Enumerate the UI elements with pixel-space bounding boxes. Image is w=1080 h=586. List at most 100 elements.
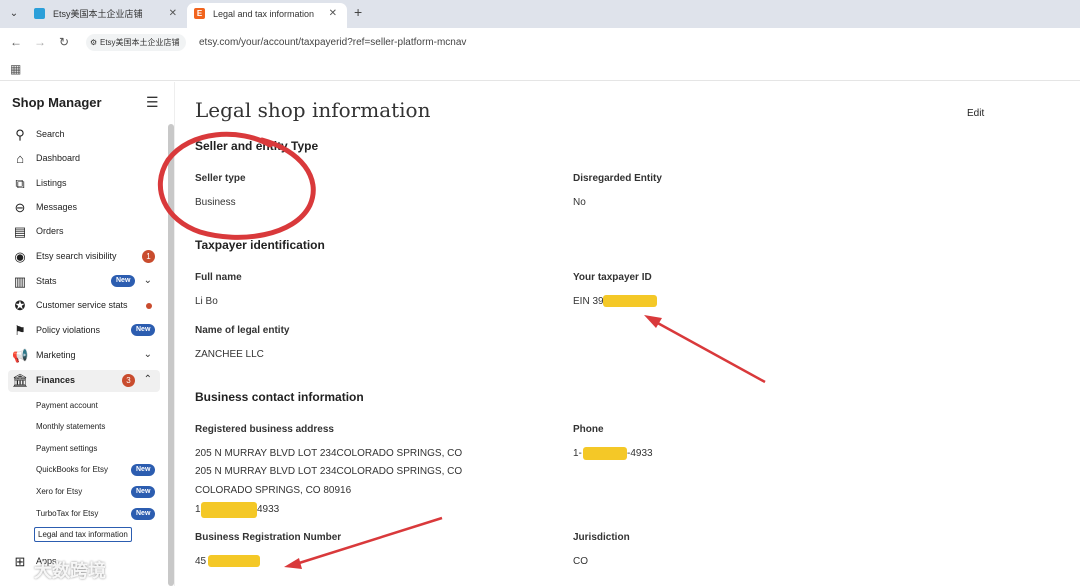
alert-dot (146, 303, 152, 309)
address-line: COLORADO SPRINGS, CO 80916 (195, 485, 352, 496)
sidebar-item-customer-service-stats[interactable]: ✪ Customer service stats (8, 295, 160, 317)
redaction-highlight (201, 502, 257, 518)
sidebar-item-orders[interactable]: ▤ Orders (8, 221, 160, 243)
bookmarks-bar: ▦ (0, 57, 1080, 81)
apps-grid-icon: ⊞ (14, 554, 26, 569)
registered-address-label: Registered business address (195, 424, 334, 435)
chevron-down-icon[interactable]: ⌄ (144, 349, 152, 360)
sidebar-item-label: Finances (36, 375, 76, 385)
taxpayer-id-label: Your taxpayer ID (573, 272, 652, 283)
chevron-up-icon[interactable]: ⌃ (144, 374, 152, 385)
taxpayer-id-value: EIN 39 (573, 296, 604, 307)
edit-button[interactable]: Edit (967, 108, 984, 119)
sidebar-item-policy-violations[interactable]: ⚑ Policy violations New (8, 320, 160, 342)
etsy-favicon-icon: E (194, 8, 205, 19)
home-icon: ⌂ (16, 151, 24, 166)
listings-icon: ⧉ (15, 176, 25, 191)
tab-search-chevron-icon[interactable]: ⌄ (6, 6, 22, 22)
sidebar-item-label: Listings (36, 178, 67, 188)
full-name-label: Full name (195, 272, 242, 283)
legal-entity-value: ZANCHEE LLC (195, 349, 264, 360)
sidebar-item-search[interactable]: ⚲ Search (8, 124, 160, 146)
new-badge: New (111, 275, 136, 287)
browser-tab-strip: ⌄ Etsy美国本土企业店铺 ✕ E Legal and tax informa… (0, 0, 1080, 28)
forward-arrow-icon[interactable]: → (34, 35, 46, 49)
sidebar-item-label: Search (36, 129, 65, 139)
business-contact-heading: Business contact information (195, 390, 364, 404)
sidebar-item-finances[interactable]: 🏛 Finances 3 ⌃ (8, 370, 160, 392)
finance-sub-turbotax[interactable]: TurboTax for Etsy (36, 509, 98, 518)
sidebar-item-label: Policy violations (36, 325, 101, 335)
notification-count-badge: 3 (122, 374, 135, 387)
sidebar-item-label: Stats (36, 276, 57, 286)
page-title: Legal shop information (195, 98, 431, 122)
jurisdiction-value: CO (573, 556, 588, 567)
redaction-highlight (208, 555, 260, 567)
close-icon[interactable]: ✕ (329, 3, 337, 25)
browser-tab-2-active[interactable]: E Legal and tax information ✕ (187, 3, 347, 28)
redaction-highlight (603, 295, 657, 307)
sidebar-item-dashboard[interactable]: ⌂ Dashboard (8, 148, 160, 170)
phone-prefix: 1- (573, 448, 582, 459)
reload-icon[interactable]: ↻ (59, 35, 69, 49)
bank-icon: 🏛 (12, 373, 29, 388)
stats-icon: ▥ (13, 274, 27, 289)
sidebar-item-messages[interactable]: ⊖ Messages (8, 197, 160, 219)
finance-sub-payment-account[interactable]: Payment account (36, 401, 98, 410)
legal-entity-label: Name of legal entity (195, 325, 290, 336)
address-line: 205 N MURRAY BLVD LOT 234COLORADO SPRING… (195, 466, 463, 477)
sidebar-item-label: Dashboard (36, 153, 81, 163)
browser-tab-1[interactable]: Etsy美国本土企业店铺 ✕ (27, 3, 187, 28)
address-line: 1 (195, 504, 201, 515)
customer-service-icon: ✪ (14, 298, 26, 313)
sidebar-item-label: Messages (36, 202, 78, 212)
address-line: 205 N MURRAY BLVD LOT 234COLORADO SPRING… (195, 448, 463, 459)
back-arrow-icon[interactable]: ← (10, 35, 22, 49)
new-badge: New (131, 464, 156, 476)
taxpayer-identification-heading: Taxpayer identification (195, 238, 325, 252)
legal-shop-info-panel: Legal shop information Edit Seller and e… (174, 82, 1080, 586)
disregarded-entity-label: Disregarded Entity (573, 173, 662, 184)
sidebar-item-listings[interactable]: ⧉ Listings (8, 173, 160, 195)
notification-count-badge: 1 (142, 250, 155, 263)
url-field[interactable]: etsy.com/your/account/taxpayerid?ref=sel… (199, 37, 466, 48)
new-badge: New (131, 324, 156, 336)
seller-type-label: Seller type (195, 173, 246, 184)
new-badge: New (131, 486, 156, 498)
address-line: 4933 (257, 504, 280, 515)
flag-icon: ⚑ (14, 323, 26, 338)
sidebar-item-etsy-search-visibility[interactable]: ◉ Etsy search visibility 1 (8, 246, 160, 268)
sidebar-item-label: Orders (36, 226, 64, 236)
finance-sub-quickbooks[interactable]: QuickBooks for Etsy (36, 465, 108, 474)
full-name-value: Li Bo (195, 296, 218, 307)
chevron-down-icon[interactable]: ⌄ (144, 275, 152, 286)
finance-sub-payment-settings[interactable]: Payment settings (36, 444, 97, 453)
site-favicon-icon (34, 8, 45, 19)
finance-sub-monthly-statements[interactable]: Monthly statements (36, 422, 105, 431)
sidebar-item-label: Customer service stats (36, 300, 128, 310)
tune-icon: ⚙ (90, 38, 98, 47)
seller-entity-heading: Seller and entity Type (195, 139, 319, 153)
sidebar-item-marketing[interactable]: 📢 Marketing ⌄ (8, 345, 160, 367)
address-bar: ← → ↻ ⚙ Etsy美国本土企业店铺 etsy.com/your/accou… (0, 28, 1080, 57)
phone-suffix: -4933 (627, 448, 653, 459)
sidebar-item-label: Marketing (36, 350, 76, 360)
site-chip-label: Etsy美国本土企业店铺 (100, 38, 180, 47)
search-icon: ⚲ (15, 127, 25, 142)
registration-number-label: Business Registration Number (195, 532, 342, 543)
close-icon[interactable]: ✕ (169, 3, 177, 25)
apps-grid-icon[interactable]: ▦ (10, 62, 21, 76)
sidebar-item-stats[interactable]: ▥ Stats New ⌄ (8, 271, 160, 293)
finance-sub-legal-and-tax-information[interactable]: Legal and tax information (34, 527, 132, 542)
redaction-highlight (583, 447, 627, 460)
new-badge: New (131, 508, 156, 520)
tab-title: Etsy美国本土企业店铺 (53, 9, 143, 19)
jurisdiction-label: Jurisdiction (573, 532, 630, 543)
site-info-chip[interactable]: ⚙ Etsy美国本土企业店铺 (86, 34, 186, 51)
disregarded-entity-value: No (573, 197, 586, 208)
messages-icon: ⊖ (14, 200, 26, 215)
hamburger-menu-icon[interactable]: ☰ (146, 94, 159, 111)
new-tab-plus-icon[interactable]: + (354, 4, 362, 20)
finance-sub-xero[interactable]: Xero for Etsy (36, 487, 82, 496)
shop-manager-sidebar: Shop Manager ☰ ⚲ Search ⌂ Dashboard ⧉ Li… (0, 82, 174, 586)
